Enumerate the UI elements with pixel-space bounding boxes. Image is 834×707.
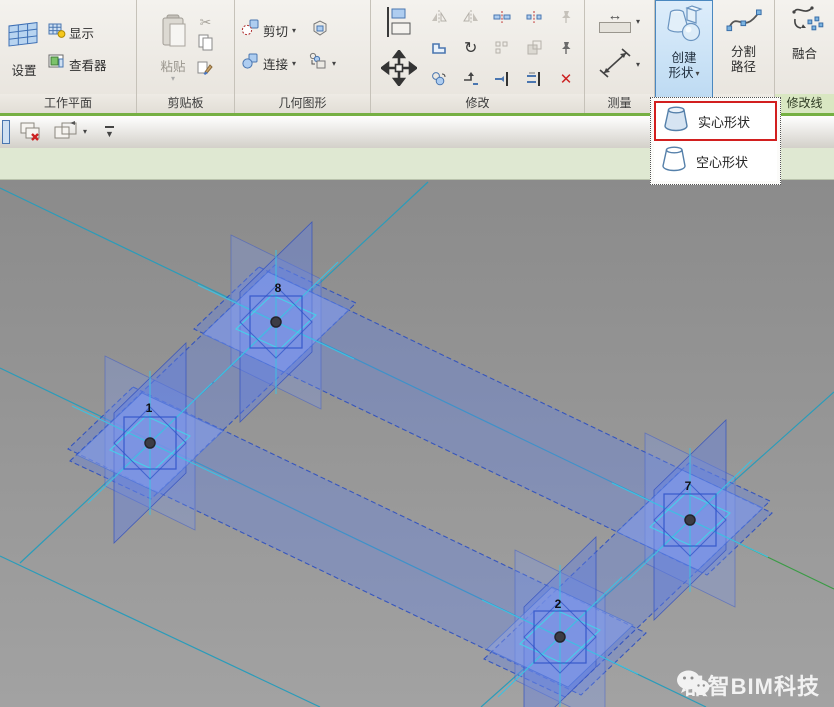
node-number: 7 [685,479,692,493]
paste-clipboard-icon [157,14,189,55]
create-form-shapes-icon [664,4,704,49]
mirror-project-icon [429,7,449,27]
panel-label-work-plane: 工作平面 [0,94,136,113]
blend-label: 融合 [792,47,817,62]
cut-scissors-icon[interactable]: ✂ [200,16,212,29]
show-work-plane-button[interactable]: 显示 [48,21,107,44]
cut-geometry-button[interactable]: 剪切 [263,21,288,40]
panel-measure: ↔ ▾ ▾ 测量 [585,0,655,113]
offset-icon[interactable] [429,38,449,58]
divide-path-icon [725,4,763,43]
paste-caret-icon: ▾ [171,76,175,82]
model-graphics: 8 1 7 2 [0,180,834,707]
profile-nodes: 8 1 7 2 [72,222,768,707]
cut-caret-icon[interactable]: ▾ [292,28,296,34]
switch-windows-caret-icon: ▾ [83,129,87,135]
rotate-icon[interactable]: ↻ [461,38,481,58]
split-element-icon[interactable] [492,7,512,27]
show-grid-icon [48,21,66,44]
panel-label-clipboard: 剪贴板 [137,94,234,113]
viewer-icon [48,53,66,76]
set-work-plane-label: 设置 [11,60,36,79]
panel-label-measure: 测量 [585,94,654,113]
viewport-canvas[interactable]: 8 1 7 2 品智BIM科技 [0,180,834,707]
create-form-label-line1: 创建 [668,51,699,66]
panel-label-modify-line: 修改线 [775,94,834,113]
copy-blue-icon[interactable] [429,69,449,89]
menu-item-solid-form[interactable]: 实心形状 [654,101,777,141]
close-hidden-windows-button[interactable] [18,120,44,144]
panel-work-plane: 设置 显示 [0,0,137,113]
blend-button[interactable]: 融合 [775,0,834,94]
delete-icon[interactable]: ✕ [556,69,576,89]
solid-form-label: 实心形状 [698,112,750,131]
pin-icon[interactable] [556,38,576,58]
node-number: 1 [146,401,153,415]
divide-path-label-line1: 分割 [731,45,756,60]
mirror-axis-icon [461,7,481,27]
create-form-dropdown: 实心形状 空心形状 [650,97,781,185]
trim-extend-multi-icon[interactable] [524,69,544,89]
nudge-move-icon[interactable] [461,69,481,89]
panel-modify: ↻ [371,0,585,113]
create-form-label-line2: 形状 [668,66,693,81]
panel-label-modify: 修改 [371,94,584,113]
work-plane-grid-icon [6,18,42,59]
unpin-disabled-icon [556,7,576,27]
node-number: 8 [275,281,282,295]
join-geometry-button[interactable]: 连接 [263,54,288,73]
divide-path-button[interactable]: 分割 路径 [713,0,774,94]
panel-label-geometry: 几何图形 [235,94,370,113]
blend-icon [786,4,824,45]
match-properties-brush-icon[interactable] [197,61,214,81]
split-with-gap-icon[interactable] [524,7,544,27]
array-disabled-icon [492,38,512,58]
watermark: 品智BIM科技 [676,669,820,701]
align-icon[interactable] [384,5,414,44]
menu-item-void-form[interactable]: 空心形状 [654,141,777,181]
collapse-toolbar-icon[interactable]: ▼ [105,126,114,139]
measure-linear-caret-icon[interactable]: ▾ [636,19,640,25]
copy-icon[interactable] [198,34,214,56]
ruler-icon [599,22,631,33]
join-geometry-icon [241,52,259,75]
measure-aligned-icon[interactable] [599,48,631,83]
node-number: 2 [555,597,562,611]
viewer-button[interactable]: 查看器 [48,53,107,76]
cube-face-icon[interactable] [310,19,330,42]
void-form-icon [658,144,690,179]
divide-path-label-line2: 路径 [731,60,756,75]
measure-linear-icon[interactable]: ↔ [599,11,631,33]
cut-geometry-icon [241,19,259,42]
panel-clipboard: 粘贴 ▾ ✂ [137,0,235,113]
switch-windows-button[interactable]: ▾ [52,120,87,144]
scale-disabled-icon [524,38,544,58]
trim-extend-single-icon[interactable] [492,69,512,89]
paste-label: 粘贴 [160,56,185,75]
void-form-label: 空心形状 [696,152,748,171]
create-form-caret-icon: ▾ [696,71,700,77]
join-caret-icon[interactable]: ▾ [292,61,296,67]
paste-button[interactable]: 粘贴 ▾ [157,14,189,82]
swap-caret-icon[interactable]: ▾ [332,61,336,67]
viewer-label: 查看器 [69,55,107,74]
docked-palette-edge[interactable] [2,120,10,144]
show-label: 显示 [69,23,94,42]
measure-aligned-caret-icon[interactable]: ▾ [636,62,640,68]
revit-conceptual-mass-window: 设置 显示 [0,0,834,707]
set-work-plane-button[interactable]: 设置 [6,18,42,79]
panel-geometry: 剪切 ▾ 连 [235,0,371,113]
move-cross-icon[interactable] [381,50,417,91]
panel-blend: 融合 修改线 [775,0,834,113]
swap-geometry-icon[interactable] [308,52,328,75]
solid-form-icon [660,104,692,139]
